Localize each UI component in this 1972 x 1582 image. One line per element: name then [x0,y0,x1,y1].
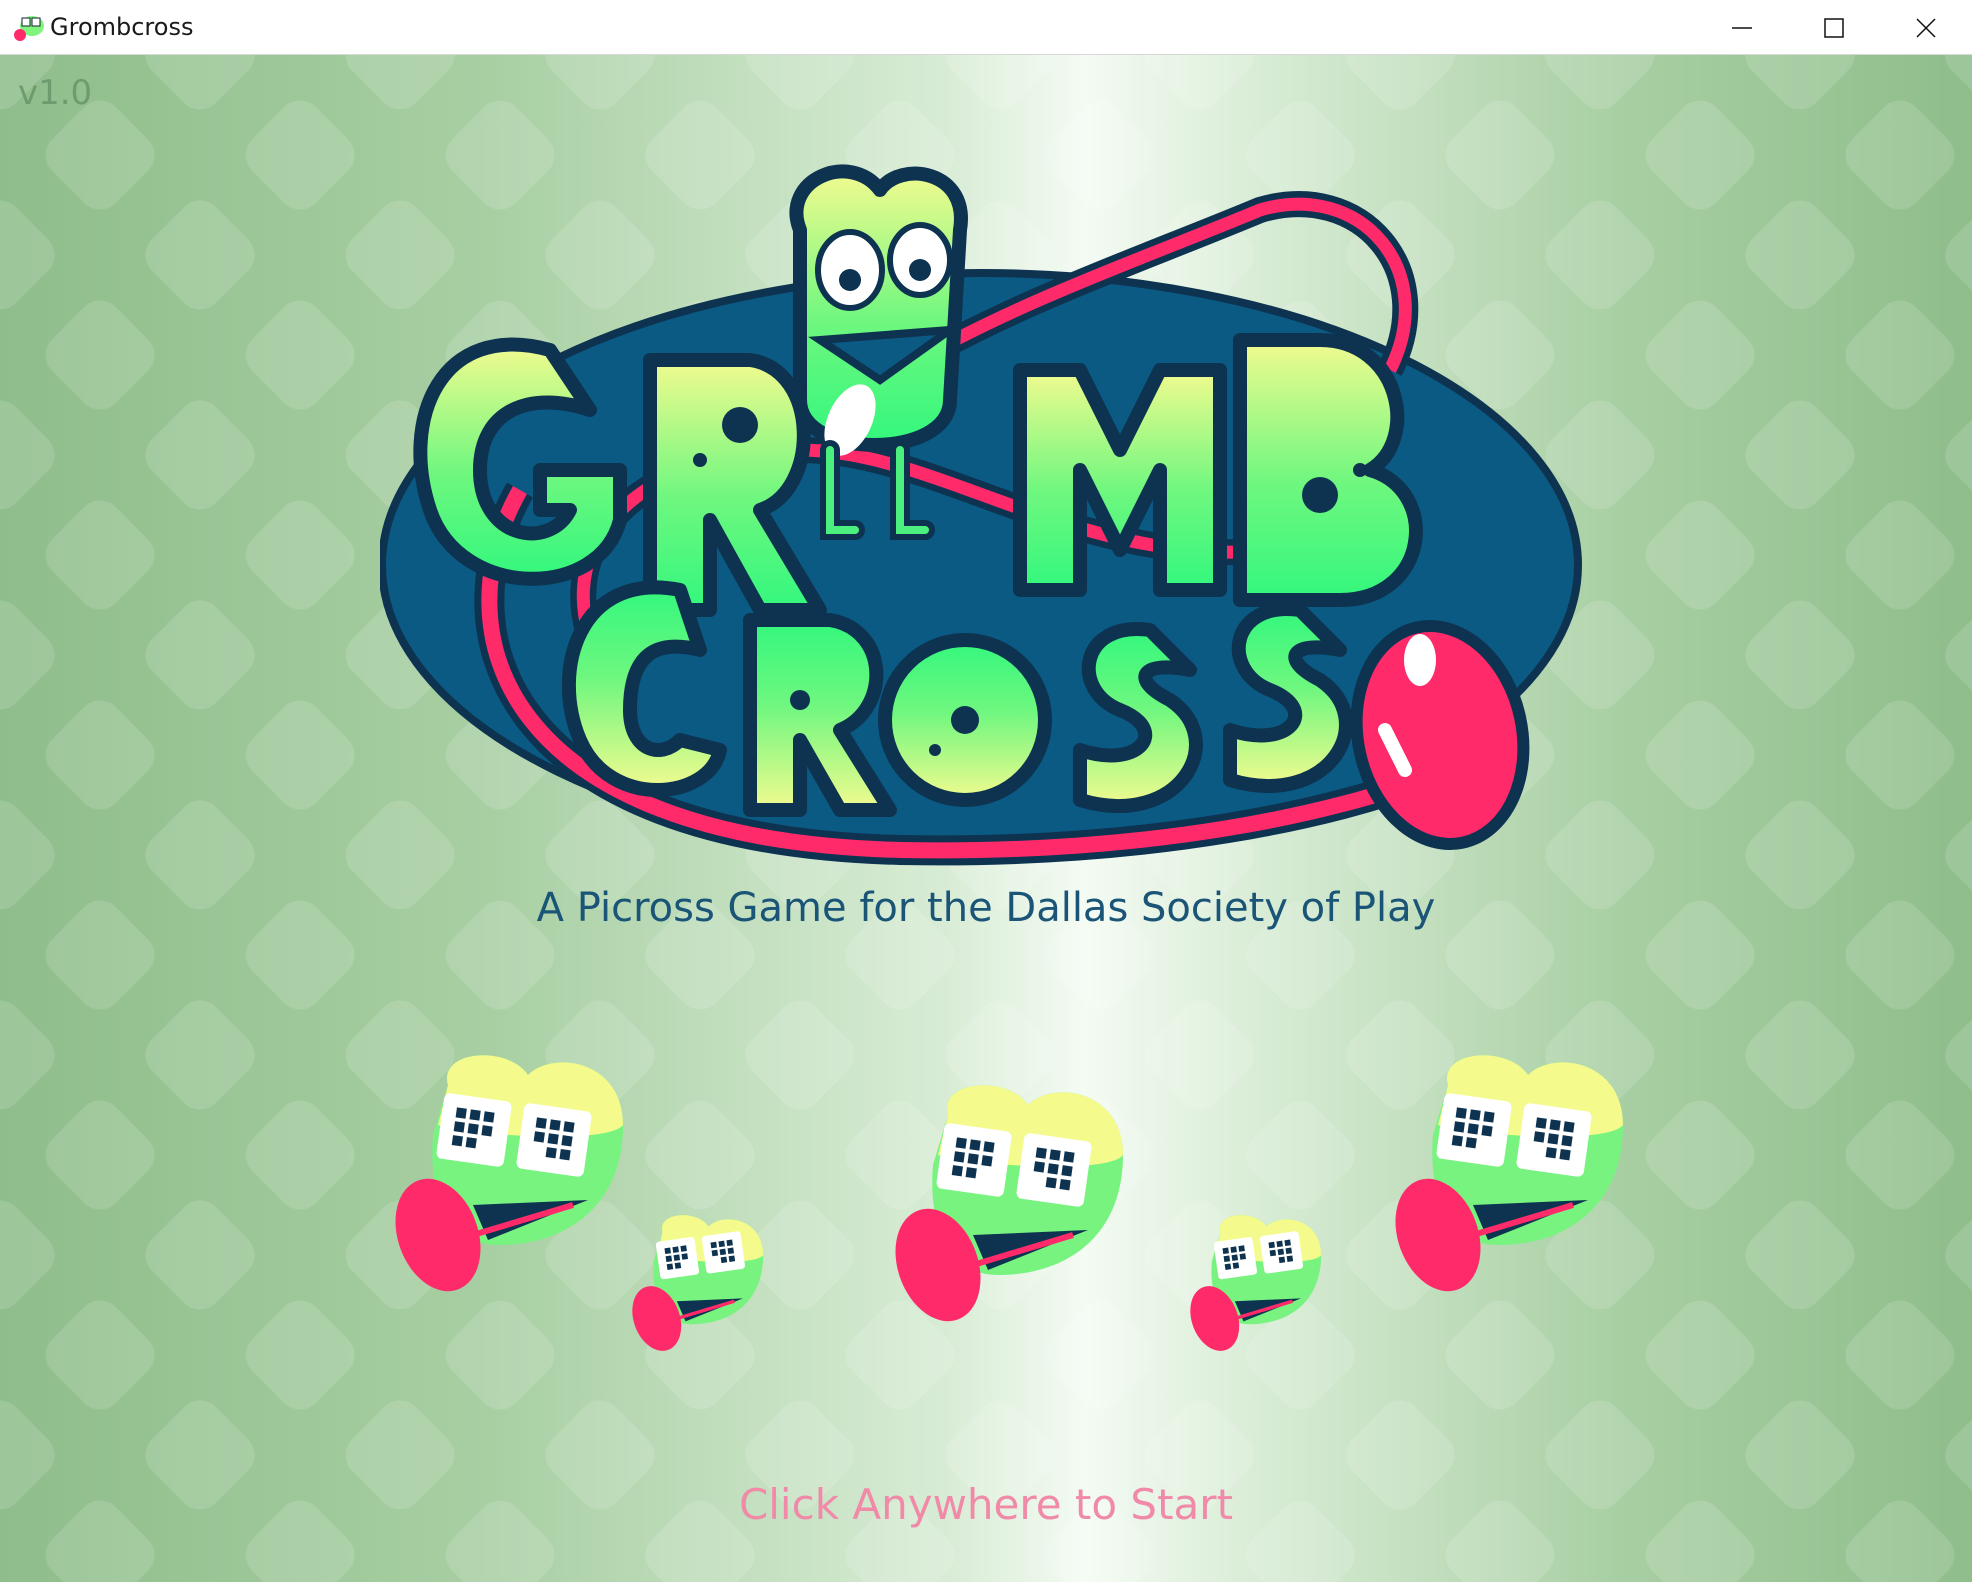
minimize-icon [1732,26,1752,29]
grombcross-mascot [1395,1055,1623,1292]
grombcross-mascot [395,1055,623,1292]
grombcross-mascot [895,1085,1123,1322]
grombcross-logo [380,164,1582,866]
grombcross-mascot-small [1190,1215,1322,1351]
maximize-button[interactable] [1788,0,1880,55]
close-icon [1916,17,1936,38]
title-bar: Grombcross [0,0,1972,55]
click-to-start-prompt[interactable]: Click Anywhere to Start [0,1480,1972,1529]
close-button[interactable] [1880,0,1972,55]
version-label: v1.0 [18,73,93,113]
grombcross-mascot-small [632,1215,764,1351]
minimize-button[interactable] [1696,0,1788,55]
game-tagline: A Picross Game for the Dallas Society of… [536,885,1436,931]
window-title: Grombcross [50,13,194,41]
grombcross-app-icon [14,16,44,41]
title-screen[interactable]: v1.0 A Picross Game for the Dallas Socie… [0,55,1972,1582]
maximize-icon [1824,17,1844,38]
